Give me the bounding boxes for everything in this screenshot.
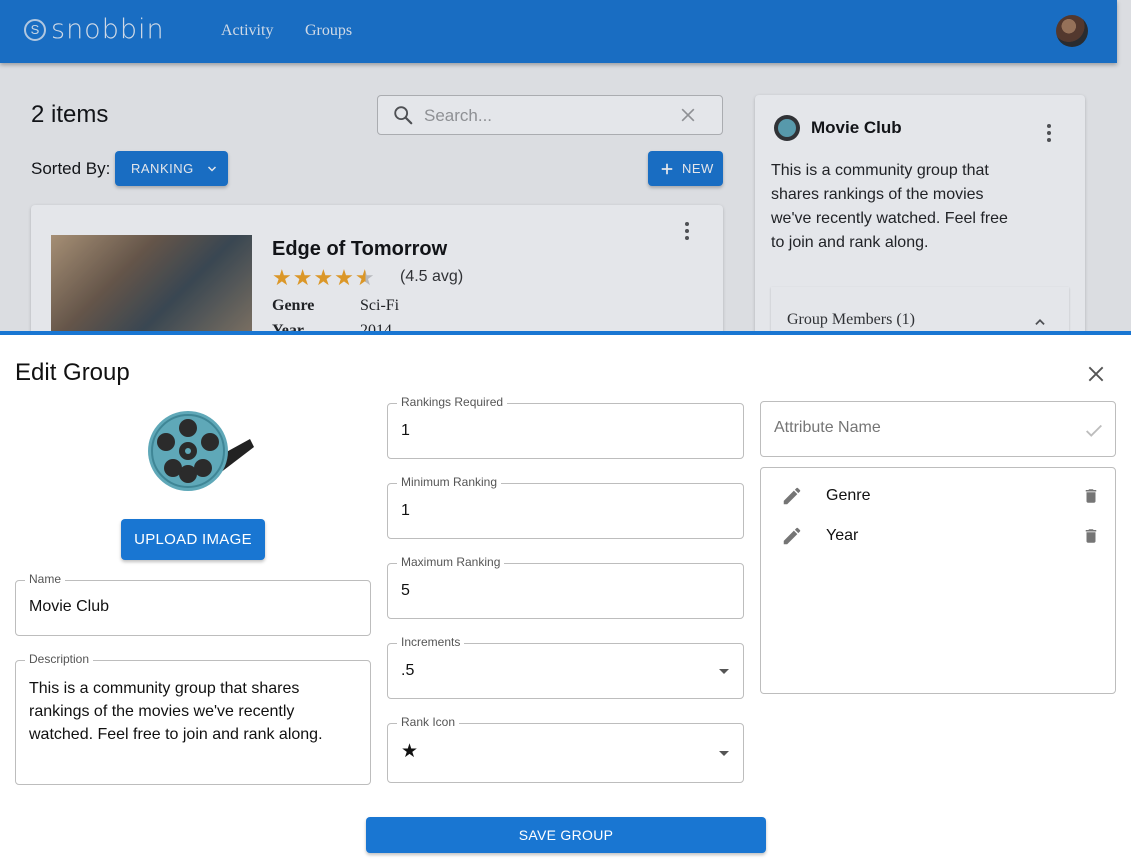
edit-icon[interactable] [781,485,803,507]
description-value: This is a community group that shares ra… [29,680,323,743]
list-item: Genre [779,482,1101,510]
dropdown-arrow-icon [719,751,729,756]
attribute-name: Genre [826,487,871,504]
attributes-list: Genre Year [760,467,1116,694]
edit-group-dialog: Edit Group UPLOAD IMAGE Name Movie Club … [0,331,1131,864]
description-field[interactable]: Description This is a community group th… [15,652,371,785]
minimum-ranking-label: Minimum Ranking [397,475,502,489]
minimum-ranking-value: 1 [401,502,410,519]
close-icon[interactable] [1086,364,1106,384]
upload-image-button[interactable]: UPLOAD IMAGE [121,519,265,560]
attribute-name-input[interactable]: Attribute Name [760,401,1116,457]
name-value: Movie Club [29,598,110,615]
maximum-ranking-value: 5 [401,582,410,599]
maximum-ranking-field[interactable]: Maximum Ranking 5 [387,555,744,619]
group-image [148,411,254,491]
increments-label: Increments [397,635,465,649]
delete-icon[interactable] [1082,526,1100,546]
rankings-required-label: Rankings Required [397,395,508,409]
dialog-title: Edit Group [15,359,130,386]
maximum-ranking-label: Maximum Ranking [397,555,505,569]
increments-value: .5 [401,662,415,679]
attribute-name: Year [826,527,859,544]
name-label: Name [25,572,66,586]
rank-icon-label: Rank Icon [397,715,460,729]
increments-select[interactable]: Increments .5 [387,635,744,699]
edit-icon[interactable] [781,525,803,547]
rankings-required-value: 1 [401,422,410,439]
save-group-button[interactable]: SAVE GROUP [366,817,766,853]
description-label: Description [25,652,94,666]
attribute-name-placeholder: Attribute Name [774,419,881,436]
check-icon[interactable] [1083,420,1105,442]
rankings-required-field[interactable]: Rankings Required 1 [387,395,744,459]
star-icon: ★ [401,741,419,762]
name-field[interactable]: Name Movie Club [15,572,371,636]
rank-icon-select[interactable]: Rank Icon ★ [387,715,744,783]
dropdown-arrow-icon [719,669,729,674]
minimum-ranking-field[interactable]: Minimum Ranking 1 [387,475,744,539]
list-item: Year [779,522,1101,550]
delete-icon[interactable] [1082,486,1100,506]
